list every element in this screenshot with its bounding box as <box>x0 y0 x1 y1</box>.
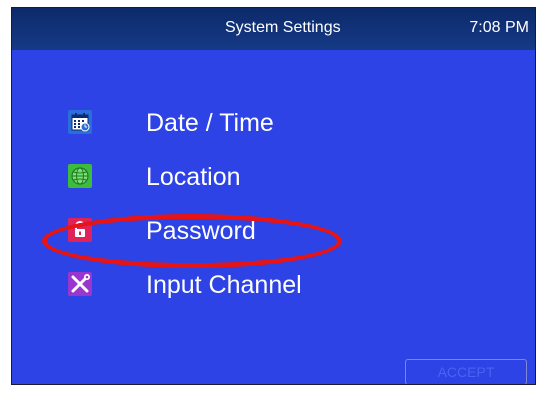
wrench-screwdriver-icon <box>68 272 92 296</box>
settings-screen: System Settings 7:08 PM Date / Time Loca… <box>11 7 536 385</box>
menu-item-location[interactable]: Location <box>12 163 392 203</box>
menu-item-date-time[interactable]: Date / Time <box>12 109 392 149</box>
menu-item-input-channel[interactable]: Input Channel <box>12 271 392 311</box>
menu-item-label: Location <box>146 163 241 191</box>
lock-icon <box>68 218 92 242</box>
calendar-clock-icon <box>68 110 92 134</box>
globe-icon <box>68 164 92 188</box>
menu-item-label: Input Channel <box>146 271 302 299</box>
menu-item-label: Date / Time <box>146 109 274 137</box>
menu-item-label: Password <box>146 217 256 245</box>
menu-item-password[interactable]: Password <box>12 217 392 257</box>
clock: 7:08 PM <box>469 19 529 36</box>
title-bar: System Settings 7:08 PM <box>12 8 535 50</box>
accept-button[interactable]: ACCEPT <box>405 359 527 384</box>
screen-title: System Settings <box>225 19 341 36</box>
